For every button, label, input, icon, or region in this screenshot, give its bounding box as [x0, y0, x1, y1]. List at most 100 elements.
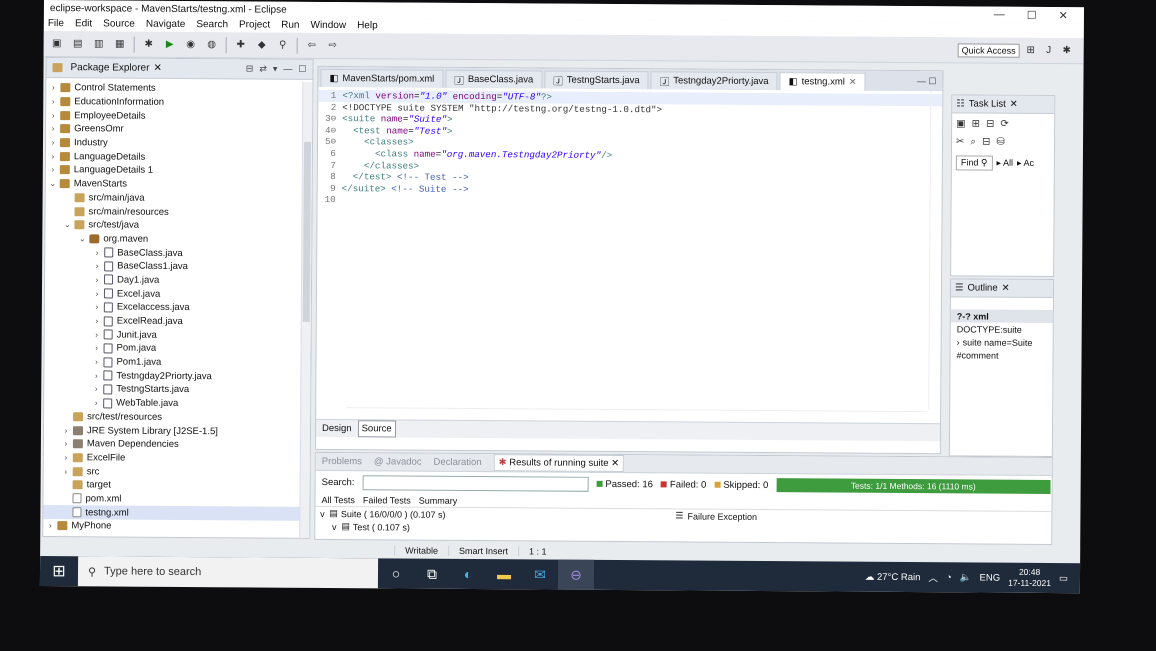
new-task-icon[interactable]: ▣ [956, 118, 966, 129]
outline-title[interactable]: Outline [968, 282, 998, 293]
tab-pom-xml[interactable]: ◧ MavenStarts/pom.xml [320, 68, 444, 88]
menu-edit[interactable]: Edit [75, 18, 92, 29]
chevron-right-icon[interactable]: › [92, 289, 102, 298]
chevron-right-icon[interactable]: › [92, 330, 102, 339]
tab-problems[interactable]: Problems [322, 456, 362, 467]
new-class-icon[interactable]: ✚ [234, 38, 248, 52]
tab-results-running-suite[interactable]: ✱ Results of running suite ✕ [493, 454, 625, 473]
tab-testngstarts[interactable]: 🄹 TestngStarts.java [544, 70, 649, 90]
notifications-icon[interactable]: ▭ [1059, 573, 1068, 584]
tab-testng-xml[interactable]: ◧ testng.xml ✕ [779, 72, 866, 91]
volume-icon[interactable]: 🔈 [960, 572, 972, 583]
save-icon[interactable]: ▤ [71, 37, 85, 51]
chevron-right-icon[interactable]: › [45, 521, 55, 530]
tab-all-tests[interactable]: All Tests [321, 494, 354, 504]
sync-icon[interactable]: ⟳ [1000, 119, 1008, 130]
menu-project[interactable]: Project [239, 19, 270, 30]
tray-chevron-icon[interactable]: ︿ [928, 570, 938, 584]
find-field[interactable]: Find ⚲ [955, 155, 993, 171]
categorize-icon[interactable]: ⊟ [986, 119, 994, 130]
tab-testngday2priorty[interactable]: 🄹 Testngday2Priorty.java [650, 71, 778, 91]
tab-baseclass[interactable]: 🄹 BaseClass.java [445, 69, 543, 89]
tab-source[interactable]: Source [357, 420, 396, 438]
new-icon[interactable]: ▣ [50, 37, 64, 51]
tab-failed-tests[interactable]: Failed Tests [363, 495, 411, 505]
binoculars-icon[interactable]: ⌕ [970, 136, 976, 147]
chevron-right-icon[interactable]: › [61, 453, 71, 462]
print-icon[interactable]: ▦ [113, 37, 127, 51]
chevron-right-icon[interactable]: › [48, 97, 58, 106]
chevron-right-icon[interactable]: › [92, 275, 102, 284]
chevron-right-icon[interactable]: › [48, 124, 58, 133]
tree-scrollbar[interactable] [299, 81, 313, 538]
chevron-right-icon[interactable]: › [92, 316, 102, 325]
chevron-right-icon[interactable]: › [61, 426, 71, 435]
results-search-input[interactable] [362, 474, 589, 492]
close-icon[interactable]: ✕ [1059, 9, 1068, 22]
package-explorer-title[interactable]: Package Explorer [70, 62, 149, 74]
outline-item[interactable]: › suite name=Suite [951, 335, 1053, 349]
close-view-icon[interactable]: ✕ [1010, 99, 1018, 110]
repository-icon[interactable]: ⛁ [996, 137, 1004, 148]
chevron-right-icon[interactable]: › [48, 138, 58, 147]
coverage-icon[interactable]: ◉ [184, 37, 198, 51]
clock[interactable]: 20:48 17-11-2021 [1008, 567, 1051, 589]
menu-search[interactable]: Search [196, 19, 228, 30]
menu-source[interactable]: Source [103, 18, 135, 29]
open-type-icon[interactable]: ◆ [255, 38, 269, 52]
cortana-icon[interactable]: ○ [378, 558, 414, 588]
chevron-down-icon[interactable]: ⌄ [62, 220, 72, 229]
close-view-icon[interactable]: ✕ [1002, 283, 1010, 294]
chevron-right-icon[interactable]: › [61, 439, 71, 448]
outline-item[interactable]: DOCTYPE:suite [951, 322, 1053, 336]
chevron-right-icon[interactable]: › [91, 357, 101, 366]
back-icon[interactable]: ⇦ [305, 38, 319, 52]
task-view-icon[interactable]: ⧉ [414, 559, 450, 589]
result-tree-row[interactable]: v ▤ Test ( 0.107 s) [315, 520, 675, 536]
task-list-title[interactable]: Task List [969, 98, 1006, 109]
search-icon[interactable]: ⚲ [276, 38, 290, 52]
forward-icon[interactable]: ⇨ [326, 38, 340, 52]
java-perspective-icon[interactable]: J [1042, 43, 1056, 57]
chevron-right-icon[interactable]: › [91, 385, 101, 394]
outline-item[interactable]: ?-? xml [950, 309, 1053, 324]
file-explorer-icon[interactable]: ▬ [486, 559, 522, 589]
editor-vertical-scrollbar[interactable] [928, 91, 941, 410]
minimize-view-icon[interactable]: — [283, 64, 292, 75]
expand-icon[interactable]: v [315, 508, 329, 518]
all-filter[interactable]: ▸ All [996, 158, 1013, 169]
maximize-icon[interactable]: ☐ [1027, 8, 1037, 21]
windows-start-icon[interactable]: ⊞ [40, 556, 78, 586]
activate-filter[interactable]: ▸ Ac [1017, 158, 1034, 169]
chevron-right-icon[interactable]: › [61, 467, 71, 476]
save-all-icon[interactable]: ▥ [92, 37, 106, 51]
close-view-icon[interactable]: ✕ [153, 63, 161, 74]
chevron-right-icon[interactable]: › [92, 303, 102, 312]
editor-min-max-icons[interactable]: — ☐ [917, 76, 943, 87]
chevron-right-icon[interactable]: › [91, 371, 101, 380]
close-tab-icon[interactable]: ✕ [611, 458, 619, 469]
collapse-all-icon[interactable]: ⊟ [246, 63, 254, 74]
run-icon[interactable]: ▶ [163, 37, 177, 51]
quick-access-field[interactable]: Quick Access [957, 42, 1020, 58]
weather-widget[interactable]: ☁ 27°C Rain [865, 571, 921, 582]
external-tools-icon[interactable]: ◍ [205, 38, 219, 52]
collapse-icon[interactable]: ⊟ [982, 137, 990, 148]
menu-file[interactable]: File [48, 18, 64, 29]
chevron-right-icon[interactable]: › [92, 248, 102, 257]
debug-icon[interactable]: ✱ [142, 37, 156, 51]
menu-navigate[interactable]: Navigate [146, 19, 186, 30]
taskbar-search[interactable]: ⚲ Type here to search [77, 556, 379, 589]
code-area[interactable]: 1 <?xml version="1.0" encoding="UTF-8"?> 2… [316, 87, 943, 424]
chevron-right-icon[interactable]: › [48, 152, 58, 161]
menu-window[interactable]: Window [310, 20, 346, 31]
outline-item[interactable]: #comment [950, 348, 1052, 362]
menu-help[interactable]: Help [357, 20, 378, 31]
language-indicator[interactable]: ENG [980, 572, 1001, 583]
menu-run[interactable]: Run [281, 20, 299, 31]
edge-icon[interactable]: ◐ [450, 559, 486, 589]
tab-javadoc[interactable]: @ Javadoc [374, 456, 422, 467]
tab-summary[interactable]: Summary [419, 495, 458, 505]
tab-design[interactable]: Design [318, 420, 356, 437]
close-tab-icon[interactable]: ✕ [849, 77, 857, 88]
